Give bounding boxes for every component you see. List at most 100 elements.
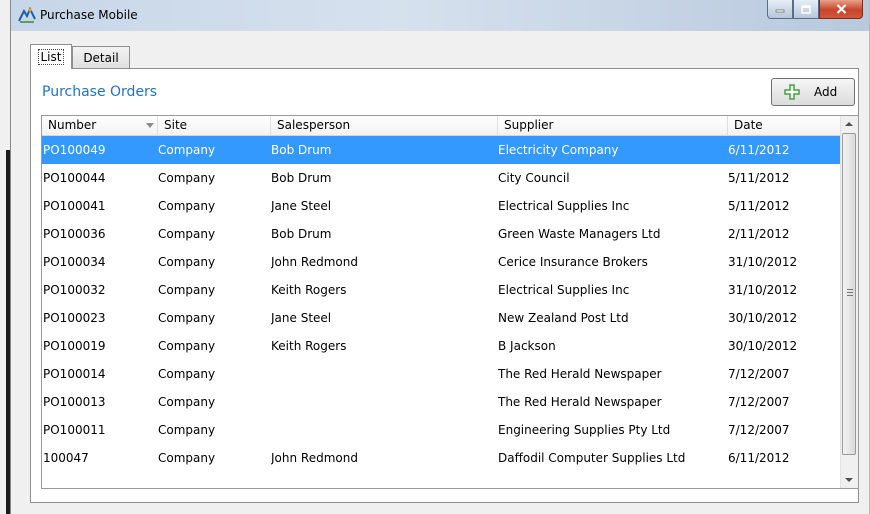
table-cell: B Jackson bbox=[498, 339, 556, 353]
table-cell: Company bbox=[158, 255, 216, 269]
close-button[interactable] bbox=[819, 0, 863, 19]
table-cell: Jane Steel bbox=[271, 311, 332, 325]
app-window: Purchase Mobile List Detail Purchase Ord… bbox=[10, 0, 870, 514]
table-cell: PO100036 bbox=[43, 227, 106, 241]
table-cell: Electrical Supplies Inc bbox=[498, 199, 630, 213]
table-cell: 30/10/2012 bbox=[728, 311, 798, 325]
table-row[interactable]: PO100014 Company The Red Herald Newspaper 7… bbox=[42, 360, 840, 388]
table-cell: 7/12/2007 bbox=[728, 395, 790, 409]
table-cell: PO100032 bbox=[43, 283, 106, 297]
table-cell: Company bbox=[158, 143, 216, 157]
table-cell: Keith Rogers bbox=[271, 283, 347, 297]
window-title: Purchase Mobile bbox=[40, 8, 138, 22]
table-cell: John Redmond bbox=[271, 451, 358, 465]
maximize-button[interactable] bbox=[793, 0, 819, 19]
table-cell: PO100044 bbox=[43, 171, 106, 185]
table-cell: Engineering Supplies Pty Ltd bbox=[498, 423, 671, 437]
table-cell: Jane Steel bbox=[271, 199, 332, 213]
plus-icon bbox=[784, 84, 800, 100]
tab-list-label: List bbox=[37, 49, 65, 65]
table-cell: Green Waste Managers Ltd bbox=[498, 227, 661, 241]
column-header-label: Supplier bbox=[504, 118, 554, 132]
add-button[interactable]: Add bbox=[771, 78, 855, 106]
table-cell: Company bbox=[158, 283, 216, 297]
tab-list[interactable]: List bbox=[30, 44, 72, 69]
table-cell: 5/11/2012 bbox=[728, 199, 790, 213]
table-row[interactable]: PO100011 Company Engineering Supplies Pty … bbox=[42, 416, 840, 444]
scroll-down-icon[interactable] bbox=[845, 478, 853, 482]
column-header-label: Date bbox=[734, 118, 763, 132]
sort-descending-icon bbox=[146, 123, 154, 128]
table-cell: Company bbox=[158, 395, 216, 409]
column-header-site[interactable]: Site bbox=[158, 116, 271, 135]
table-row[interactable]: PO100049 Company Bob Drum Electricity Compa… bbox=[42, 136, 840, 164]
table-cell: 31/10/2012 bbox=[728, 255, 798, 269]
table-cell: PO100014 bbox=[43, 367, 106, 381]
title-bar[interactable]: Purchase Mobile bbox=[11, 0, 869, 31]
table-cell: 7/12/2007 bbox=[728, 367, 790, 381]
column-header-number[interactable]: Number bbox=[42, 116, 158, 135]
window-controls bbox=[767, 0, 863, 20]
table-cell: Bob Drum bbox=[271, 227, 332, 241]
table-cell: New Zealand Post Ltd bbox=[498, 311, 629, 325]
table-cell: PO100034 bbox=[43, 255, 106, 269]
table-cell: The Red Herald Newspaper bbox=[498, 395, 662, 409]
close-icon bbox=[836, 4, 846, 14]
table-row[interactable]: PO100032 Company Keith Rogers Electrical Su… bbox=[42, 276, 840, 304]
table-cell: Company bbox=[158, 367, 216, 381]
column-header-supplier[interactable]: Supplier bbox=[498, 116, 728, 135]
table-cell: Electricity Company bbox=[498, 143, 619, 157]
table-row[interactable]: PO100036 Company Bob Drum Green Waste Manag… bbox=[42, 220, 840, 248]
column-header-salesperson[interactable]: Salesperson bbox=[271, 116, 498, 135]
table-cell: PO100049 bbox=[43, 143, 106, 157]
table-row[interactable]: PO100044 Company Bob Drum City Council 5/11/… bbox=[42, 164, 840, 192]
table-cell: PO100023 bbox=[43, 311, 106, 325]
table-row[interactable]: PO100019 Company Keith Rogers B Jackson 30/1… bbox=[42, 332, 840, 360]
client-area: List Detail Purchase Orders Add Number S… bbox=[18, 31, 863, 509]
table-cell: Cerice Insurance Brokers bbox=[498, 255, 648, 269]
table-row[interactable]: PO100041 Company Jane Steel Electrical Supp… bbox=[42, 192, 840, 220]
add-button-label: Add bbox=[814, 85, 838, 99]
column-header-label: Site bbox=[164, 118, 188, 132]
table-cell: 6/11/2012 bbox=[728, 451, 790, 465]
grid-header: Number Site Salesperson Supplier Date bbox=[42, 116, 840, 136]
table-cell: 2/11/2012 bbox=[728, 227, 790, 241]
column-header-date[interactable]: Date bbox=[728, 116, 840, 135]
table-cell: 6/11/2012 bbox=[728, 143, 790, 157]
table-cell: Company bbox=[158, 451, 216, 465]
table-cell: 31/10/2012 bbox=[728, 283, 798, 297]
table-cell: Company bbox=[158, 339, 216, 353]
vertical-scrollbar[interactable] bbox=[840, 116, 858, 488]
scroll-up-icon[interactable] bbox=[845, 122, 853, 126]
table-cell: Bob Drum bbox=[271, 143, 332, 157]
table-cell: Company bbox=[158, 227, 216, 241]
purchase-orders-grid[interactable]: Number Site Salesperson Supplier Date PO… bbox=[41, 115, 859, 489]
scrollbar-thumb[interactable] bbox=[842, 133, 856, 455]
column-header-label: Salesperson bbox=[277, 118, 351, 132]
minimize-button[interactable] bbox=[767, 0, 793, 19]
table-cell: 7/12/2007 bbox=[728, 423, 790, 437]
table-cell: Company bbox=[158, 199, 216, 213]
app-icon bbox=[18, 7, 36, 23]
table-row[interactable]: 100047 Company John Redmond Daffodil Comput… bbox=[42, 444, 840, 472]
table-row[interactable]: PO100023 Company Jane Steel New Zealand Pos… bbox=[42, 304, 840, 332]
table-cell: Electrical Supplies Inc bbox=[498, 283, 630, 297]
section-title: Purchase Orders bbox=[42, 84, 158, 100]
column-header-label: Number bbox=[48, 118, 97, 132]
tab-detail[interactable]: Detail bbox=[72, 46, 130, 68]
table-row[interactable]: PO100034 Company John Redmond Cerice Insura… bbox=[42, 248, 840, 276]
table-cell: 100047 bbox=[43, 451, 89, 465]
maximize-icon bbox=[801, 4, 811, 14]
table-row[interactable]: PO100013 Company The Red Herald Newspaper 7… bbox=[42, 388, 840, 416]
table-cell: PO100013 bbox=[43, 395, 106, 409]
background-desktop bbox=[0, 0, 10, 514]
table-cell: Company bbox=[158, 311, 216, 325]
table-cell: PO100019 bbox=[43, 339, 106, 353]
table-cell: Keith Rogers bbox=[271, 339, 347, 353]
table-cell: 5/11/2012 bbox=[728, 171, 790, 185]
table-cell: Company bbox=[158, 171, 216, 185]
table-cell: John Redmond bbox=[271, 255, 358, 269]
table-cell: Bob Drum bbox=[271, 171, 332, 185]
table-cell: Company bbox=[158, 423, 216, 437]
table-cell: PO100011 bbox=[43, 423, 106, 437]
